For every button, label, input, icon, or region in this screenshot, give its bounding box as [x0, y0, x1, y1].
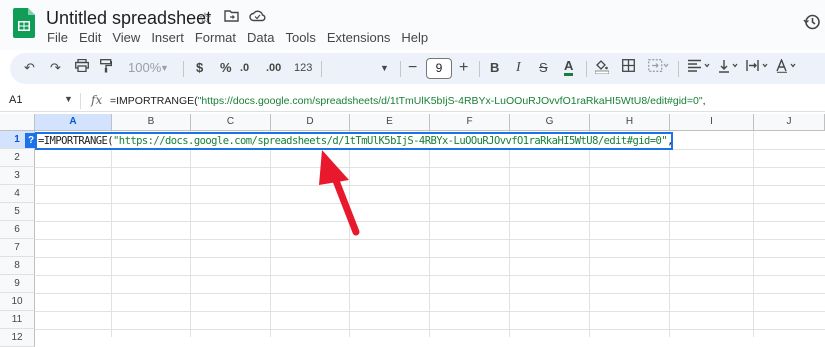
print-icon[interactable] [75, 58, 89, 77]
cloud-saved-icon[interactable] [248, 9, 266, 27]
toolbar-divider [183, 61, 184, 77]
menu-extensions[interactable]: Extensions [327, 30, 391, 45]
name-box-dropdown-icon[interactable]: ▼ [64, 94, 73, 104]
text-wrapping-icon[interactable] [746, 59, 772, 77]
decrease-font-size-button[interactable]: − [408, 59, 417, 77]
formula-bar-divider [80, 93, 81, 109]
formula-input[interactable]: =IMPORTRANGE("https://docs.google.com/sp… [110, 95, 706, 107]
star-icon[interactable]: ☆ [196, 9, 214, 27]
more-formats-button[interactable]: 123 [294, 59, 312, 77]
font-dropdown-icon[interactable]: ▼ [380, 59, 389, 77]
horizontal-align-icon[interactable] [688, 59, 712, 77]
borders-icon[interactable] [622, 59, 635, 77]
version-history-icon[interactable] [803, 13, 821, 36]
paint-format-icon[interactable] [100, 59, 113, 78]
toolbar: ↶ ↷ 100% ▼ $ % .0 .00 123 ▼ − + B I S A [10, 53, 825, 84]
redo-icon[interactable]: ↷ [50, 59, 61, 77]
percent-format-button[interactable]: % [220, 59, 232, 77]
toolbar-divider [400, 61, 401, 77]
move-folder-icon[interactable] [222, 9, 240, 27]
menu-view[interactable]: View [112, 30, 140, 45]
text-rotation-icon[interactable] [776, 58, 802, 78]
menu-file[interactable]: File [47, 30, 68, 45]
toolbar-divider [321, 61, 322, 77]
currency-format-button[interactable]: $ [196, 59, 203, 77]
red-annotation-arrow-icon [319, 150, 360, 236]
formula-url-string: "https://docs.google.com/spreadsheets/d/… [197, 95, 703, 107]
zoom-select[interactable]: 100% [128, 59, 161, 77]
menu-help[interactable]: Help [401, 30, 428, 45]
increase-font-size-button[interactable]: + [459, 59, 468, 77]
menu-bar: File Edit View Insert Format Data Tools … [47, 30, 439, 45]
zoom-dropdown-icon[interactable]: ▼ [160, 59, 169, 77]
merge-cells-icon[interactable] [648, 59, 670, 77]
menu-edit[interactable]: Edit [79, 30, 101, 45]
menu-insert[interactable]: Insert [151, 30, 184, 45]
fill-color-icon[interactable] [594, 59, 610, 79]
name-box[interactable]: A1 [9, 94, 22, 106]
text-color-button[interactable]: A [564, 59, 574, 76]
vertical-align-icon[interactable] [718, 59, 742, 78]
bold-button[interactable]: B [490, 59, 499, 77]
sheets-logo-icon[interactable] [13, 8, 35, 38]
toolbar-divider [586, 61, 587, 77]
spreadsheet-grid: A B C D E F G H I J 1 2 3 4 5 6 7 8 9 10… [0, 114, 825, 347]
title-bar: Untitled spreadsheet ☆ File Edit View In… [0, 0, 825, 50]
decrease-decimal-button[interactable]: .0 [240, 59, 249, 77]
toolbar-divider [678, 61, 679, 77]
increase-decimal-button[interactable]: .00 [266, 59, 281, 77]
toolbar-divider [479, 61, 480, 77]
formula-bar: A1 ▼ fx =IMPORTRANGE("https://docs.googl… [0, 90, 825, 112]
formula-function: =IMPORTRANGE( [110, 95, 198, 107]
italic-button[interactable]: I [516, 59, 521, 77]
document-title[interactable]: Untitled spreadsheet [46, 8, 211, 29]
undo-icon[interactable]: ↶ [24, 59, 35, 77]
font-size-input[interactable]: 9 [426, 58, 452, 79]
menu-format[interactable]: Format [195, 30, 236, 45]
strikethrough-icon[interactable]: S [539, 59, 548, 77]
menu-tools[interactable]: Tools [285, 30, 315, 45]
formula-trailing-comma: , [702, 95, 706, 107]
fx-icon: fx [91, 93, 103, 107]
menu-data[interactable]: Data [247, 30, 274, 45]
